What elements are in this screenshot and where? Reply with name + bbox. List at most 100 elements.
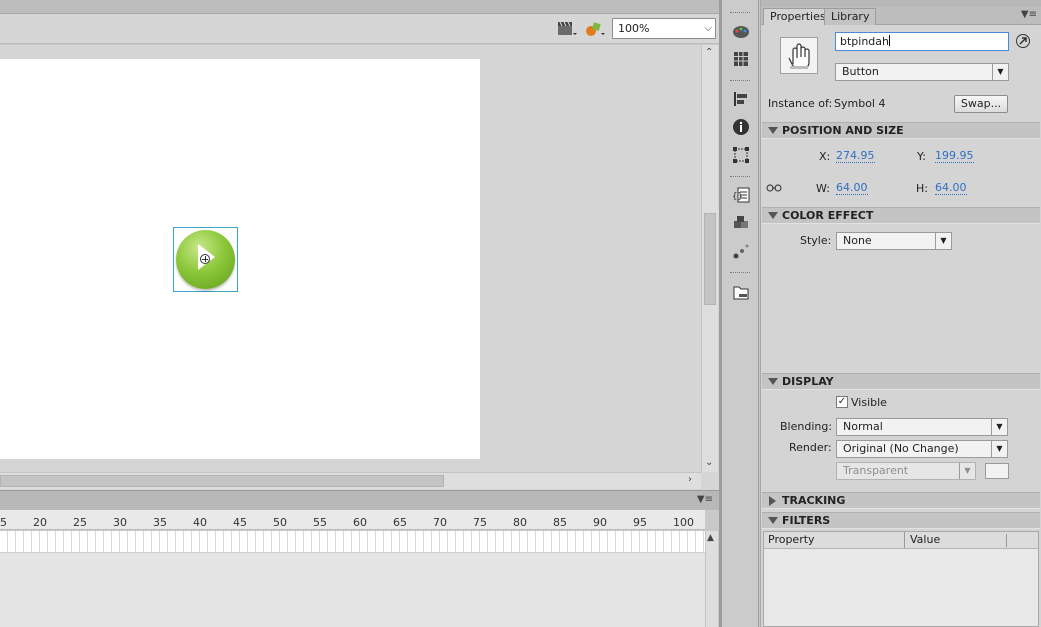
collapse-triangle-icon bbox=[768, 212, 778, 219]
frame-number: 20 bbox=[33, 516, 47, 529]
document-tab-strip bbox=[0, 0, 719, 14]
section-title: TRACKING bbox=[782, 494, 846, 507]
frame-number: 55 bbox=[313, 516, 327, 529]
frame-number: 70 bbox=[433, 516, 447, 529]
text-caret bbox=[889, 35, 891, 46]
go-to-instance-icon[interactable] bbox=[1016, 34, 1030, 48]
background-color-swatch bbox=[985, 463, 1009, 479]
frame-number: 30 bbox=[113, 516, 127, 529]
filters-table[interactable]: Property Value bbox=[763, 531, 1039, 627]
components-icon[interactable] bbox=[731, 214, 751, 232]
column-divider bbox=[1006, 534, 1007, 547]
zoom-value: 100% bbox=[618, 22, 650, 35]
scroll-down-icon[interactable]: ⌄ bbox=[705, 457, 713, 468]
transform-icon[interactable] bbox=[731, 146, 751, 164]
frame-number: 90 bbox=[593, 516, 607, 529]
h-label: H: bbox=[916, 182, 928, 195]
timeline-frames[interactable] bbox=[0, 531, 705, 553]
color-style-select[interactable]: None ▼ bbox=[836, 232, 952, 250]
grip bbox=[730, 80, 750, 82]
grip bbox=[730, 272, 750, 274]
edit-bar: 100% ⌵ bbox=[0, 14, 719, 44]
blending-select[interactable]: Normal ▼ bbox=[836, 418, 1008, 436]
panel-icon-strip: {} bbox=[722, 0, 759, 627]
code-snippets-icon[interactable]: {} bbox=[731, 186, 751, 204]
x-value[interactable]: 274.95 bbox=[836, 150, 875, 163]
render-value: Original (No Change) bbox=[843, 442, 959, 455]
w-label: W: bbox=[816, 182, 830, 195]
vertical-scroll-thumb[interactable] bbox=[704, 213, 716, 305]
link-proportions-icon[interactable] bbox=[766, 182, 782, 194]
section-position-and-size[interactable]: POSITION AND SIZE bbox=[762, 122, 1040, 139]
expand-triangle-icon bbox=[769, 496, 776, 506]
instance-of-value: Symbol 4 bbox=[834, 97, 886, 110]
section-display[interactable]: DISPLAY bbox=[762, 373, 1040, 390]
section-filters[interactable]: FILTERS bbox=[762, 512, 1040, 529]
background-value: Transparent bbox=[843, 464, 909, 477]
edit-scene-icon[interactable] bbox=[556, 20, 578, 38]
edit-symbols-icon[interactable] bbox=[584, 20, 606, 38]
stage-horizontal-scrollbar[interactable]: › bbox=[0, 472, 701, 489]
timeline-vertical-scrollbar[interactable]: ▲ bbox=[705, 531, 718, 627]
chevron-down-icon: ▼ bbox=[991, 419, 1007, 435]
horizontal-scroll-thumb[interactable] bbox=[0, 475, 444, 487]
scroll-up-icon[interactable]: ⌃ bbox=[705, 47, 713, 58]
instance-name-value: btpindah bbox=[840, 35, 890, 48]
info-icon[interactable] bbox=[731, 118, 751, 136]
panel-title-strip bbox=[761, 0, 1041, 7]
h-value[interactable]: 64.00 bbox=[935, 182, 967, 195]
instance-behavior-select[interactable]: Button ▼ bbox=[835, 63, 1009, 81]
w-value[interactable]: 64.00 bbox=[836, 182, 868, 195]
render-label: Render: bbox=[789, 441, 832, 454]
y-value[interactable]: 199.95 bbox=[935, 150, 974, 163]
collapse-triangle-icon bbox=[768, 378, 778, 385]
section-title: FILTERS bbox=[782, 514, 831, 527]
section-color-effect[interactable]: COLOR EFFECT bbox=[762, 207, 1040, 224]
swap-button[interactable]: Swap... bbox=[954, 95, 1008, 113]
swatches-grid-icon[interactable] bbox=[731, 50, 751, 68]
scroll-right-icon[interactable]: › bbox=[688, 474, 692, 485]
chevron-down-icon: ▼ bbox=[992, 64, 1008, 80]
frame-number: 80 bbox=[513, 516, 527, 529]
tab-library[interactable]: Library bbox=[824, 8, 877, 25]
column-header-value[interactable]: Value bbox=[904, 532, 940, 548]
stage-vertical-scrollbar[interactable]: ⌃ ⌄ bbox=[701, 45, 718, 472]
instance-name-input[interactable]: btpindah bbox=[835, 32, 1009, 51]
x-label: X: bbox=[819, 150, 831, 163]
scroll-up-icon[interactable]: ▲ bbox=[707, 533, 714, 543]
zoom-select[interactable]: 100% ⌵ bbox=[612, 18, 716, 39]
column-header-property[interactable]: Property bbox=[768, 532, 815, 548]
chevron-down-icon: ▼ bbox=[991, 441, 1007, 457]
blending-label: Blending: bbox=[780, 420, 833, 433]
registration-point-icon bbox=[200, 254, 210, 264]
button-instance[interactable] bbox=[173, 227, 238, 292]
instance-behavior-value: Button bbox=[842, 65, 879, 78]
render-select[interactable]: Original (No Change) ▼ bbox=[836, 440, 1008, 458]
section-tracking[interactable]: TRACKING bbox=[762, 492, 1040, 509]
panel-menu-icon[interactable]: ▼≡ bbox=[697, 494, 713, 505]
grip bbox=[730, 12, 750, 14]
visible-label: Visible bbox=[851, 396, 887, 409]
tab-properties[interactable]: Properties bbox=[763, 8, 833, 25]
motion-presets-icon[interactable] bbox=[731, 242, 751, 260]
frame-number: 25 bbox=[73, 516, 87, 529]
align-icon[interactable] bbox=[731, 90, 751, 108]
y-label: Y: bbox=[917, 150, 926, 163]
frame-number: 65 bbox=[393, 516, 407, 529]
timeline-ruler[interactable]: 15 20 25 30 35 40 45 50 55 60 65 70 75 80 85 90 95 100 bbox=[0, 510, 705, 530]
panel-tabs: Properties Library ▼≡ bbox=[761, 7, 1041, 25]
project-folder-icon[interactable] bbox=[731, 283, 751, 301]
panel-menu-icon[interactable]: ▼≡ bbox=[1021, 9, 1037, 20]
filters-table-header: Property Value bbox=[764, 532, 1038, 549]
collapse-triangle-icon bbox=[768, 127, 778, 134]
frame-number: 100 bbox=[673, 516, 694, 529]
timeline-body bbox=[0, 553, 705, 627]
frame-number: 45 bbox=[233, 516, 247, 529]
visible-checkbox[interactable]: ✓ bbox=[836, 396, 848, 408]
stage-canvas[interactable] bbox=[0, 59, 480, 459]
color-palette-icon[interactable] bbox=[731, 22, 751, 40]
section-title: COLOR EFFECT bbox=[782, 209, 874, 222]
section-title: POSITION AND SIZE bbox=[782, 124, 904, 137]
frame-number: 75 bbox=[473, 516, 487, 529]
chevron-down-icon: ▼ bbox=[959, 463, 975, 479]
